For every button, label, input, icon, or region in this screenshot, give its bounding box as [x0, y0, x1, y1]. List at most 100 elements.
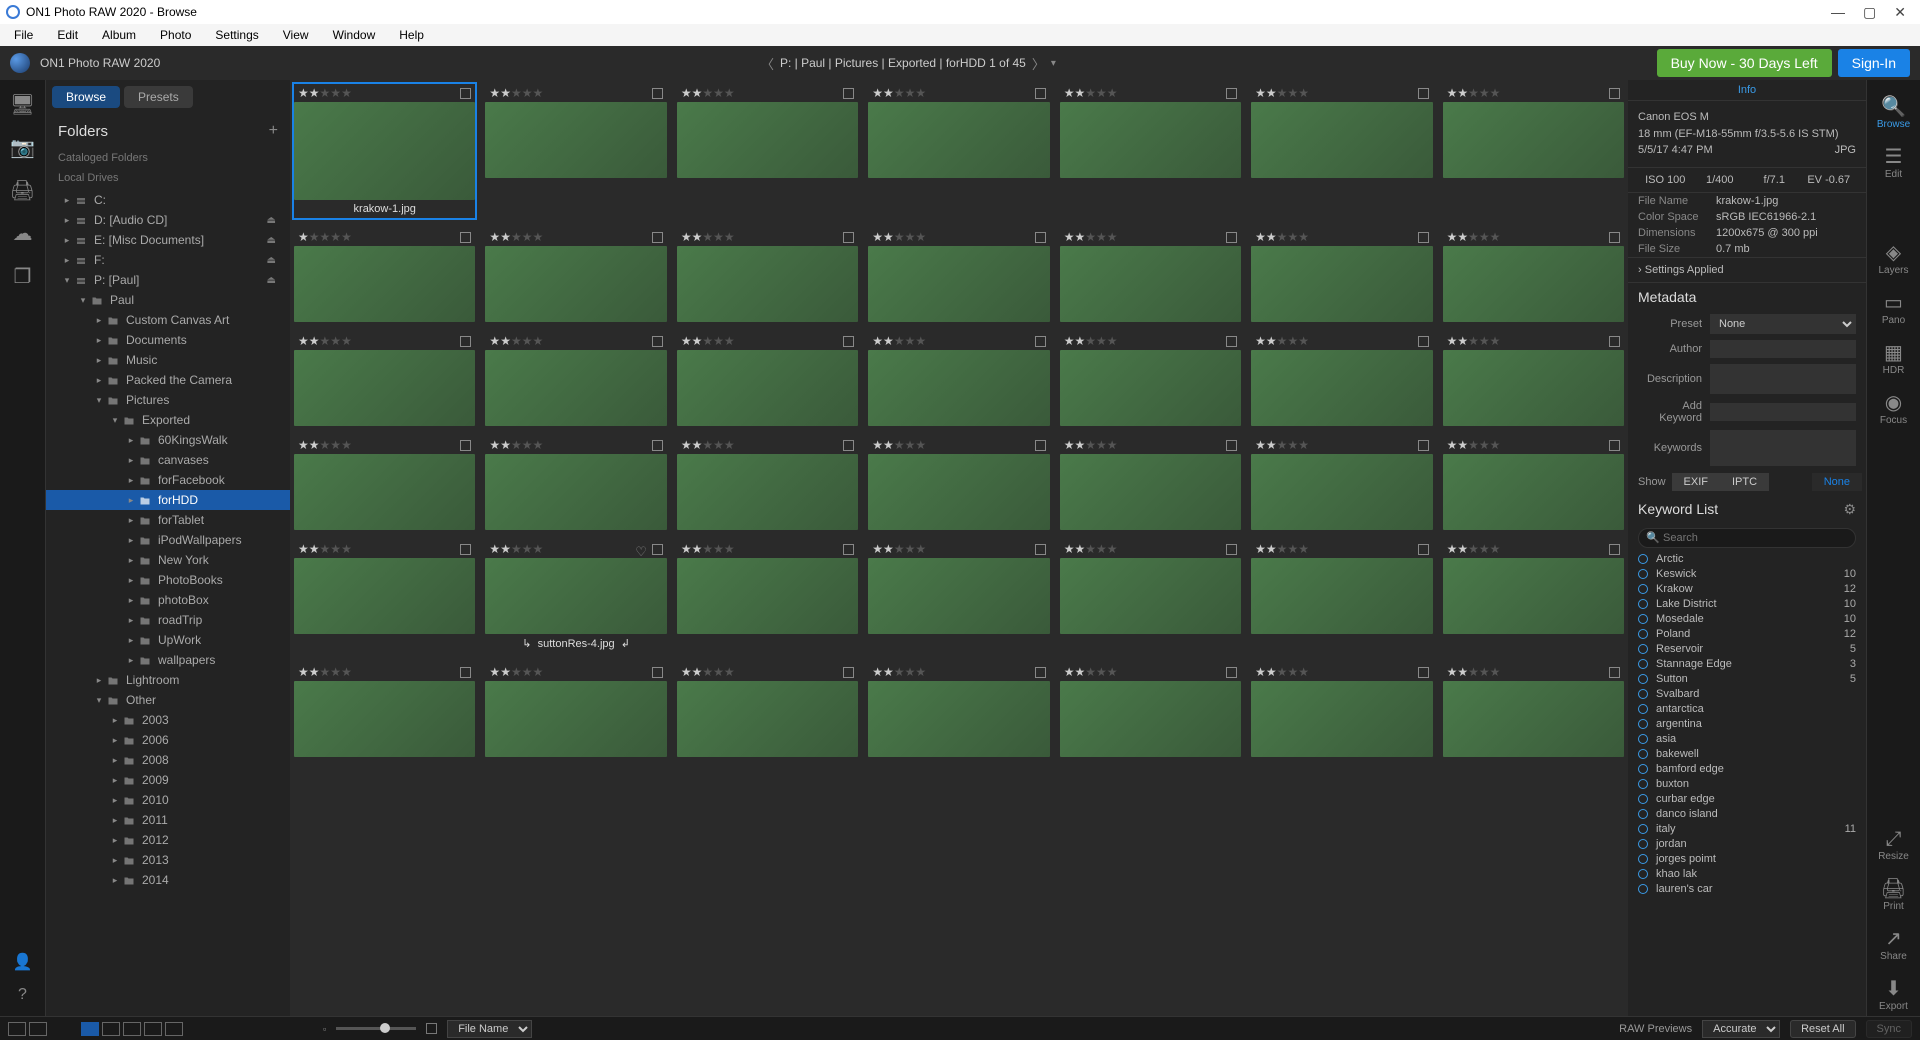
sign-in-button[interactable]: Sign-In [1838, 49, 1910, 77]
view-grid-button[interactable] [81, 1022, 99, 1036]
select-checkbox[interactable] [652, 667, 663, 678]
thumbnail-image[interactable] [294, 350, 475, 426]
select-checkbox[interactable] [1418, 336, 1429, 347]
user-icon[interactable]: 👤 [13, 952, 33, 972]
rating-stars[interactable]: ★★★★★ [1064, 542, 1118, 556]
rating-stars[interactable]: ★★★★★ [1064, 230, 1118, 244]
thumbnail-cell[interactable]: ★★★★★ [868, 540, 1049, 653]
menu-photo[interactable]: Photo [150, 26, 201, 44]
thumbnail-cell[interactable]: ★★★★★ [677, 84, 858, 218]
menu-view[interactable]: View [273, 26, 319, 44]
camera-icon[interactable]: 📷 [10, 135, 35, 160]
folder-f-[interactable]: ▸F:⏏ [46, 250, 290, 270]
thumbnail-cell[interactable]: ★★★★★ [485, 332, 666, 426]
folder-other[interactable]: ▾Other [46, 690, 290, 710]
select-checkbox[interactable] [1035, 544, 1046, 555]
rating-stars[interactable]: ★★★★★ [872, 438, 926, 452]
keyword-toggle-icon[interactable] [1638, 884, 1648, 894]
keyword-mosedale[interactable]: Mosedale10 [1638, 612, 1856, 627]
thumbnail-cell[interactable]: ★★★★★ [1060, 84, 1241, 218]
thumbnail-image[interactable] [1443, 558, 1624, 634]
rating-stars[interactable]: ★★★★★ [1447, 86, 1501, 100]
select-checkbox[interactable] [460, 544, 471, 555]
keyword-toggle-icon[interactable] [1638, 554, 1648, 564]
select-checkbox[interactable] [1609, 336, 1620, 347]
rating-stars[interactable]: ★★★★★ [298, 438, 352, 452]
rating-stars[interactable]: ★★★★★ [872, 542, 926, 556]
keyword-asia[interactable]: asia [1638, 732, 1856, 747]
thumbnail-size-slider[interactable] [336, 1027, 416, 1030]
thumbnail-image[interactable] [1060, 246, 1241, 322]
select-checkbox[interactable] [1035, 667, 1046, 678]
folder-fortablet[interactable]: ▸forTablet [46, 510, 290, 530]
preset-select[interactable]: None [1710, 314, 1856, 334]
folder-2003[interactable]: ▸2003 [46, 710, 290, 730]
windows-icon[interactable]: ❐ [14, 264, 32, 289]
select-checkbox[interactable] [652, 544, 663, 555]
add-keyword-input[interactable] [1710, 403, 1856, 421]
thumbnail-image[interactable] [868, 681, 1049, 757]
keyword-toggle-icon[interactable] [1638, 584, 1648, 594]
settings-applied-toggle[interactable]: › Settings Applied [1628, 257, 1866, 283]
thumbnail-cell[interactable]: ★★★★★ [485, 436, 666, 530]
keyword-search-input[interactable] [1638, 528, 1856, 548]
thumbnail-cell[interactable]: ★★★★★ [294, 332, 475, 426]
select-checkbox[interactable] [652, 440, 663, 451]
rating-stars[interactable]: ★★★★★ [489, 86, 543, 100]
rating-stars[interactable]: ★★★★★ [872, 334, 926, 348]
browse-tool[interactable]: 🔍Browse [1867, 90, 1920, 134]
folder-documents[interactable]: ▸Documents [46, 330, 290, 350]
select-checkbox[interactable] [1609, 232, 1620, 243]
sync-button[interactable]: Sync [1866, 1020, 1912, 1038]
thumbnail-image[interactable] [294, 102, 475, 200]
thumbnail-image[interactable] [294, 246, 475, 322]
keyword-toggle-icon[interactable] [1638, 764, 1648, 774]
keyword-curbar-edge[interactable]: curbar edge [1638, 792, 1856, 807]
thumbnail-cell[interactable]: ★★★★★ [294, 228, 475, 322]
select-checkbox[interactable] [1035, 336, 1046, 347]
select-checkbox[interactable] [460, 667, 471, 678]
thumbnail-cell[interactable]: ★★★★★ [1443, 436, 1624, 530]
folder-2009[interactable]: ▸2009 [46, 770, 290, 790]
folder-upwork[interactable]: ▸UpWork [46, 630, 290, 650]
keyword-toggle-icon[interactable] [1638, 869, 1648, 879]
keyword-toggle-icon[interactable] [1638, 839, 1648, 849]
folder-2006[interactable]: ▸2006 [46, 730, 290, 750]
select-checkbox[interactable] [1226, 336, 1237, 347]
thumbnail-cell[interactable]: ★★★★★ [1251, 663, 1432, 757]
folder-music[interactable]: ▸Music [46, 350, 290, 370]
thumbnail-cell[interactable]: ★★★★★ [1060, 228, 1241, 322]
select-checkbox[interactable] [1418, 232, 1429, 243]
thumbnail-cell[interactable]: ★★★★★ [1443, 84, 1624, 218]
thumbnail-image[interactable] [868, 246, 1049, 322]
reset-all-button[interactable]: Reset All [1790, 1020, 1855, 1038]
folder-e---misc-documents-[interactable]: ▸E: [Misc Documents]⏏ [46, 230, 290, 250]
rating-stars[interactable]: ★★★★★ [1064, 334, 1118, 348]
keyword-khao-lak[interactable]: khao lak [1638, 867, 1856, 882]
keyword-toggle-icon[interactable] [1638, 854, 1648, 864]
keyword-toggle-icon[interactable] [1638, 824, 1648, 834]
folder-2012[interactable]: ▸2012 [46, 830, 290, 850]
author-input[interactable] [1710, 340, 1856, 358]
keyword-reservoir[interactable]: Reservoir5 [1638, 642, 1856, 657]
buy-now-button[interactable]: Buy Now - 30 Days Left [1657, 49, 1832, 77]
rating-stars[interactable]: ★★★★★ [872, 665, 926, 679]
thumbnail-image[interactable] [677, 246, 858, 322]
export-tool[interactable]: ⬇Export [1867, 972, 1920, 1016]
thumbnail-image[interactable] [1443, 681, 1624, 757]
keyword-toggle-icon[interactable] [1638, 569, 1648, 579]
select-checkbox[interactable] [843, 667, 854, 678]
rating-stars[interactable]: ★★★★★ [298, 665, 352, 679]
thumbnail-image[interactable] [294, 558, 475, 634]
sort-checkbox[interactable] [426, 1023, 437, 1034]
thumbnail-cell[interactable]: ★★★★★ [1251, 436, 1432, 530]
share-tool[interactable]: ↗Share [1867, 922, 1920, 966]
thumbnail-cell[interactable]: ★★★★★ [677, 540, 858, 653]
select-checkbox[interactable] [843, 336, 854, 347]
select-checkbox[interactable] [1226, 440, 1237, 451]
select-checkbox[interactable] [1226, 667, 1237, 678]
keyword-bamford-edge[interactable]: bamford edge [1638, 762, 1856, 777]
folder-roadtrip[interactable]: ▸roadTrip [46, 610, 290, 630]
nav-prev-button[interactable]: 〈 [761, 54, 774, 73]
select-checkbox[interactable] [1035, 88, 1046, 99]
